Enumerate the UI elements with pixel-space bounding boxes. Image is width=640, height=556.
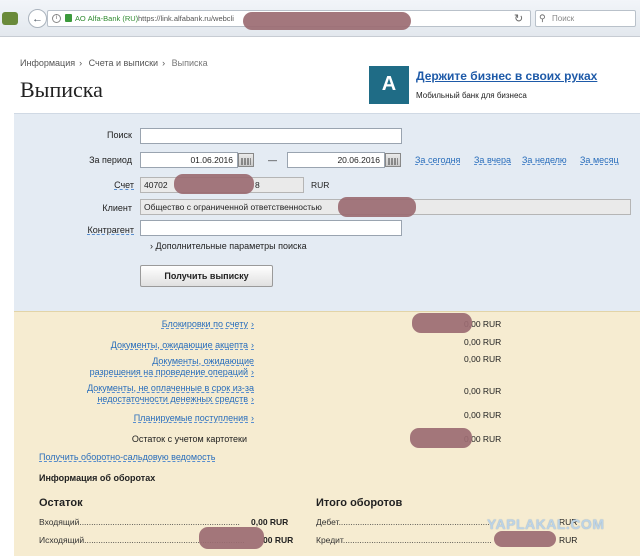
redaction — [199, 527, 264, 549]
totals-title: Итого оборотов — [316, 497, 403, 509]
chevron-right-icon: › — [251, 340, 254, 350]
more-params-toggle[interactable]: › Дополнительные параметры поиска — [150, 241, 307, 251]
summary-row-label[interactable]: Документы, ожидающие акцепта › — [14, 340, 254, 351]
more-params-label: Дополнительные параметры поиска — [155, 241, 307, 251]
info-icon: i — [52, 14, 61, 23]
url-text: https://link.alfabank.ru/webcli — [138, 14, 234, 23]
breadcrumb-item[interactable]: Счета и выписки — [89, 58, 158, 68]
redaction — [410, 428, 472, 448]
redaction — [494, 531, 556, 547]
credit-value: RUR — [559, 535, 578, 545]
search-icon: ⚲ — [539, 13, 546, 23]
promo-link[interactable]: Держите бизнес в своих руках — [416, 69, 597, 83]
debit-label: Дебет — [316, 517, 339, 527]
incoming-label: Входящий — [39, 517, 80, 527]
redaction — [338, 197, 416, 217]
outgoing-label: Исходящий — [39, 535, 85, 545]
calendar-icon[interactable] — [385, 153, 401, 167]
summary-row-label[interactable]: Блокировки по счету › — [14, 319, 254, 330]
watermark-logo: YAPLAKAL.COM — [487, 516, 605, 532]
debit-row: Дебет...................................… — [316, 517, 492, 527]
summary-row-value: 0,00 RUR — [464, 410, 502, 420]
back-button[interactable]: ← — [28, 9, 47, 28]
summary-row-value: 0,00 RUR — [464, 337, 502, 347]
site-identity-label: АО Alfa-Bank (RU) — [75, 14, 139, 23]
chevron-right-icon: › — [251, 394, 254, 404]
summary-row-label[interactable]: Документы, ожидающие разрешения на прове… — [14, 356, 254, 378]
incoming-balance-row: Входящий................................… — [39, 517, 240, 527]
period-label: За период — [89, 155, 132, 165]
search-placeholder: Поиск — [552, 14, 575, 23]
breadcrumb: Информация › Счета и выписки › Выписка — [20, 58, 208, 68]
browser-search-input[interactable]: ⚲ Поиск — [535, 10, 636, 27]
account-label-link[interactable]: Счет — [14, 180, 134, 190]
summary-row-value: 0,00 RUR — [464, 354, 502, 364]
credit-row: Кредит..................................… — [316, 535, 492, 545]
period-dash: — — [268, 155, 277, 165]
contractor-label-link[interactable]: Контрагент — [14, 225, 134, 235]
quick-period-week[interactable]: За неделю — [522, 155, 567, 165]
date-to-field[interactable]: 20.06.2016 — [287, 152, 385, 168]
outgoing-value: 00 RUR — [263, 535, 294, 545]
chevron-right-icon: › — [251, 413, 254, 423]
search-input[interactable] — [140, 128, 402, 144]
date-from-field[interactable]: 01.06.2016 — [140, 152, 238, 168]
page-title: Выписка — [20, 77, 103, 102]
contractor-input[interactable] — [140, 220, 402, 236]
browser-menu-icon[interactable] — [2, 12, 18, 25]
breadcrumb-item[interactable]: Информация — [20, 58, 75, 68]
lock-icon — [65, 14, 72, 22]
redaction — [174, 174, 254, 194]
redaction — [412, 313, 472, 333]
summary-row-label: Остаток с учетом картотеки — [131, 434, 247, 444]
search-label: Поиск — [107, 130, 132, 140]
incoming-value: 0,00 RUR — [251, 517, 289, 527]
summary-row-value: 0,00 RUR — [464, 386, 502, 396]
balance-title: Остаток — [39, 497, 83, 509]
chevron-right-icon: › — [251, 319, 254, 329]
reload-icon[interactable]: ↻ — [514, 12, 523, 25]
browser-toolbar: ← i АО Alfa-Bank (RU) https://link.alfab… — [0, 0, 640, 37]
summary-row-label[interactable]: Документы, не оплаченные в срок из-за не… — [14, 383, 254, 405]
account-suffix: 8 — [255, 180, 260, 190]
breadcrumb-item-current: Выписка — [171, 58, 208, 68]
account-prefix: 40702 — [144, 180, 168, 190]
credit-label: Кредит — [316, 535, 343, 545]
turnover-title: Информация об оборотах — [39, 473, 156, 483]
account-currency: RUR — [311, 180, 330, 190]
alfa-logo-icon[interactable]: А — [369, 66, 409, 104]
chevron-right-icon: › — [251, 367, 254, 377]
get-statement-button[interactable]: Получить выписку — [140, 265, 273, 287]
calendar-icon[interactable] — [238, 153, 254, 167]
quick-period-month[interactable]: За месяц — [580, 155, 619, 165]
summary-row-label[interactable]: Планируемые поступления › — [14, 413, 254, 424]
quick-period-yesterday[interactable]: За вчера — [474, 155, 511, 165]
client-label: Клиент — [102, 203, 132, 213]
redaction — [243, 12, 411, 30]
osv-link[interactable]: Получить оборотно-сальдовую ведомость — [39, 452, 215, 462]
quick-period-today[interactable]: За сегодня — [415, 155, 460, 165]
promo-subtitle: Мобильный банк для бизнеса — [416, 91, 527, 100]
